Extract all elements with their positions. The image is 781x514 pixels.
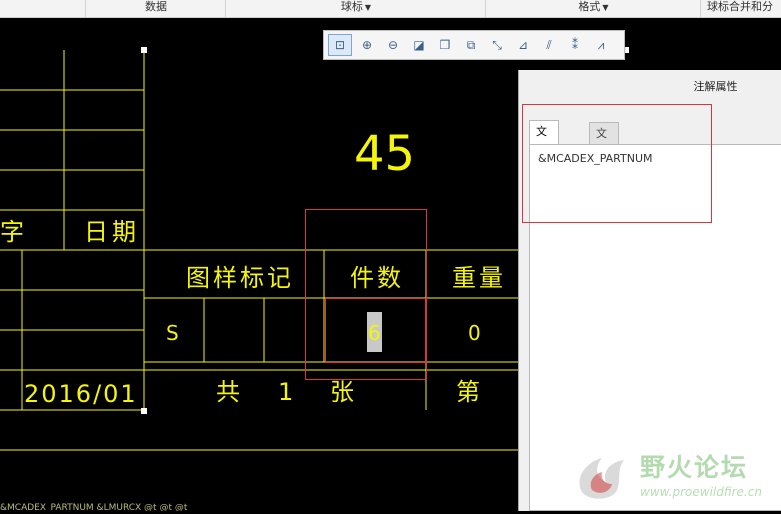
s-label: S <box>166 321 179 345</box>
weight-value: 0 <box>468 321 481 345</box>
attach-icon[interactable]: ⫽ <box>538 35 560 55</box>
gong-label: 共 <box>216 378 240 406</box>
ribbon-bar: 数据 球标 ▼ 格式 ▼ 球标合并和分 <box>0 0 781 18</box>
view-toolbar: ⊡ ⊕ ⊖ ◪ ❒ ⧉ ⤡ ⊿ ⫽ ⁑ ⩘ <box>323 30 625 60</box>
zoom-out-icon[interactable]: ⊖ <box>382 35 404 55</box>
date-value: 2016/01 <box>24 380 138 408</box>
clip-icon[interactable]: ⩘ <box>590 35 612 55</box>
ribbon-group-balloon-merge[interactable]: 球标合并和分 <box>700 0 781 17</box>
zi-label: 字 <box>0 218 24 246</box>
weight-header: 重量 <box>452 264 506 292</box>
caret-down-icon: ▼ <box>602 3 609 12</box>
note-icon[interactable]: ⊿ <box>512 35 534 55</box>
shade-icon[interactable]: ◪ <box>408 35 430 55</box>
ribbon-group-data[interactable]: 数据 <box>85 0 226 17</box>
ribbon-group-format[interactable]: 格式 ▼ <box>485 0 701 17</box>
watermark-url: www.proewildfire.cn <box>640 485 762 499</box>
break-icon[interactable]: ⁑ <box>564 35 586 55</box>
panel-title: 注解属性 <box>693 80 738 93</box>
watermark-name: 野火论坛 <box>640 453 749 482</box>
quantity-value[interactable]: 6 <box>368 321 381 345</box>
zoom-window-icon[interactable]: ⊡ <box>328 34 352 56</box>
bottom-param-text: &MCADEX_PARTNUM &LMURCX @t @t @t <box>0 503 188 511</box>
caret-down-icon: ▼ <box>364 3 372 12</box>
date-header-label: 日期 <box>84 218 140 246</box>
leader-icon[interactable]: ⤡ <box>486 35 508 55</box>
zoom-in-icon[interactable]: ⊕ <box>356 35 378 55</box>
view-cube-icon[interactable]: ❒ <box>434 35 456 55</box>
zhang-label: 张 <box>330 378 354 406</box>
ribbon-group-label: 球标 <box>340 0 363 13</box>
big-number-label: 45 <box>354 126 415 182</box>
di-label: 第 <box>456 378 480 406</box>
highlight-box-text-tab <box>522 104 712 223</box>
copy-icon[interactable]: ⧉ <box>460 35 482 55</box>
flame-logo-icon <box>579 458 624 499</box>
ribbon-group-label: 球标合并和分 <box>707 0 773 13</box>
ribbon-group-label: 数据 <box>145 0 167 13</box>
sheet-count-value: 1 <box>278 378 293 406</box>
ribbon-group-label: 格式 <box>578 0 601 13</box>
ribbon-group-balloon[interactable]: 球标 ▼ <box>225 0 486 17</box>
quantity-header: 件数 <box>350 264 404 292</box>
drawing-mark-header: 图样标记 <box>186 264 294 292</box>
site-watermark: 野火论坛 www.proewildfire.cn <box>572 448 781 510</box>
